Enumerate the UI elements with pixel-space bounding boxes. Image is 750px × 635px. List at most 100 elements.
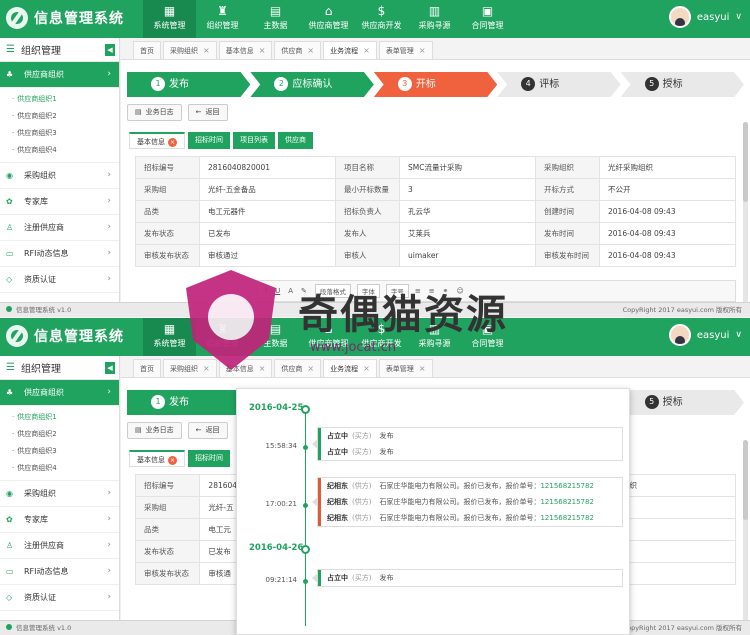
inner-tab-supplier[interactable]: 供应商 [278,132,313,149]
nav-supplier[interactable]: ⌂ 供应商管理 [302,318,355,356]
sidebar-item-qualification[interactable]: ◇ 资质认证 › [0,267,119,293]
nav-contract[interactable]: ▣ 合同管理 [461,0,514,38]
nav-master-data[interactable]: ▤ 主数据 [249,0,302,38]
step-open-bid[interactable]: 3 开标 [373,72,498,97]
timeline-entry: 纪相东 (供方) 石家庄华能电力有限公司。报价已发布，报价单号：1215682157… [318,494,622,510]
underline-icon[interactable]: U [275,287,280,295]
sidebar-item-purchase-org[interactable]: ◉ 采购组织 › [0,163,119,189]
close-icon[interactable]: × [168,456,177,465]
step-award[interactable]: 5 授标 [620,72,745,97]
sidebar-item-supplier-org[interactable]: ♣ 供应商组织 › [0,380,119,406]
nav-sourcing[interactable]: ▥ 采购寻源 [408,0,461,38]
nav-org[interactable]: ♜ 组织管理 [196,0,249,38]
close-icon[interactable]: × [203,360,210,378]
sidebar-subitem[interactable]: 供应商组织3 [0,443,119,460]
sidebar-item-rfi[interactable]: ▭ RFI动态信息 › [0,241,119,267]
sidebar-subitem[interactable]: 供应商组织4 [0,142,119,159]
sidebar-subitem[interactable]: 供应商组织1 [0,409,119,426]
scrollbar-thumb[interactable] [743,122,748,202]
grid-icon: ▦ [163,322,176,336]
paragraph-select[interactable]: 段落格式 [314,284,351,298]
sidebar-item-supplier-org[interactable]: ♣ 供应商组织 › [0,62,119,88]
font-select[interactable]: 字体 [356,284,380,298]
align-left-icon[interactable]: ≡ [415,287,421,295]
align-center-icon[interactable]: ≡ [429,287,435,295]
tab-supplier[interactable]: 供应商 × [274,41,322,60]
tab-supplier[interactable]: 供应商 × [274,359,322,378]
collapse-sidebar-button[interactable]: ◀ [105,44,115,56]
step-award[interactable]: 5 授标 [620,390,745,415]
emoji-icon[interactable]: ☺ [457,287,464,295]
close-icon[interactable]: × [259,42,266,60]
close-icon[interactable]: × [419,42,426,60]
step-publish[interactable]: 1 发布 [127,72,251,97]
tab-purchase-org[interactable]: 采购组织 × [163,359,217,377]
tab-workflow[interactable]: 业务流程 × [323,359,377,377]
step-evaluate[interactable]: 4 评标 [497,72,621,97]
italic-icon[interactable]: I [265,287,267,295]
sidebar-item-register-supplier[interactable]: ♙ 注册供应商 › [0,533,119,559]
inner-tab-time[interactable]: 招标时间 [188,132,230,149]
font-color-icon[interactable]: A [288,287,293,295]
tab-workflow[interactable]: 业务流程 × [323,41,377,59]
tab-basic-info[interactable]: 基本信息 × [218,359,273,378]
close-icon[interactable]: × [363,360,370,378]
business-log-button[interactable]: ▤ 业务日志 [127,104,182,121]
close-icon[interactable]: × [203,42,210,60]
tab-home[interactable]: 首页 [133,359,161,377]
sidebar-item-qualification[interactable]: ◇ 资质认证 › [0,585,119,611]
user-menu[interactable]: easyui ∨ [668,6,742,28]
close-icon[interactable]: × [307,360,314,378]
nav-sourcing[interactable]: ▥ 采购寻源 [408,318,461,356]
back-button[interactable]: ← 返回 [187,422,228,439]
sidebar-item-register-supplier[interactable]: ♙ 注册供应商 › [0,215,119,241]
scrollbar[interactable] [743,122,748,317]
tab-basic-info[interactable]: 基本信息 × [218,41,273,60]
inner-tab-projects[interactable]: 项目列表 [233,132,275,149]
inner-tab-basic[interactable]: 基本信息 × [129,132,185,149]
nav-supplier-dev[interactable]: $ 供应商开发 [355,318,408,356]
close-icon[interactable]: × [307,42,314,60]
user-menu[interactable]: easyui ∨ [668,324,742,346]
business-log-button[interactable]: ▤ 业务日志 [127,422,182,439]
nav-org[interactable]: ♜ 组织管理 [196,318,249,356]
scrollbar-thumb[interactable] [743,440,748,520]
sidebar-subitem[interactable]: 供应商组织4 [0,460,119,477]
timeline-entry: 纪相东 (供方) 石家庄华能电力有限公司。报价已发布，报价单号：1215682157… [318,478,622,494]
nav-supplier[interactable]: ⌂ 供应商管理 [302,0,355,38]
sidebar-subitem[interactable]: 供应商组织3 [0,125,119,142]
page-tabs: 首页 采购组织 × 基本信息 × 供应商 × 业务流程 × 表单管理 × [121,356,750,378]
step-publish[interactable]: 1 发布 [127,390,251,415]
sidebar-item-purchase-org[interactable]: ◉ 采购组织 › [0,481,119,507]
step-confirm[interactable]: 2 应标确认 [250,72,374,97]
sidebar-item-experts[interactable]: ✿ 专家库 › [0,507,119,533]
inner-tab-basic[interactable]: 基本信息 × [129,450,185,467]
size-select[interactable]: 字号 [385,284,409,298]
close-icon[interactable]: × [363,42,370,60]
sidebar-subitem[interactable]: 供应商组织1 [0,91,119,108]
sidebar-item-experts[interactable]: ✿ 专家库 › [0,189,119,215]
close-icon[interactable]: × [259,360,266,378]
nav-system[interactable]: ▦ 系统管理 [143,0,196,38]
link-icon[interactable]: ⚭ [443,287,449,295]
highlight-icon[interactable]: ✎ [301,287,307,295]
nav-contract[interactable]: ▣ 合同管理 [461,318,514,356]
tab-form-manage[interactable]: 表单管理 × [378,41,433,60]
tab-purchase-org[interactable]: 采购组织 × [163,41,217,59]
sidebar-item-rfi[interactable]: ▭ RFI动态信息 › [0,559,119,585]
collapse-sidebar-button[interactable]: ◀ [105,362,115,374]
chevron-right-icon: › [107,540,111,550]
nav-master-data[interactable]: ▤ 主数据 [249,318,302,356]
tab-home[interactable]: 首页 [133,41,161,59]
nav-supplier-dev[interactable]: $ 供应商开发 [355,0,408,38]
inner-tabs: 基本信息 × 招标时间 [129,450,233,467]
sidebar-subitem[interactable]: 供应商组织2 [0,108,119,125]
nav-system[interactable]: ▦ 系统管理 [143,318,196,356]
close-icon[interactable]: × [419,360,426,378]
tab-form-manage[interactable]: 表单管理 × [378,359,433,378]
sidebar-subitem[interactable]: 供应商组织2 [0,426,119,443]
back-button[interactable]: ← 返回 [187,104,228,121]
inner-tab-time[interactable]: 招标时间 [188,450,230,467]
scrollbar[interactable] [743,440,748,635]
close-icon[interactable]: × [168,138,177,147]
